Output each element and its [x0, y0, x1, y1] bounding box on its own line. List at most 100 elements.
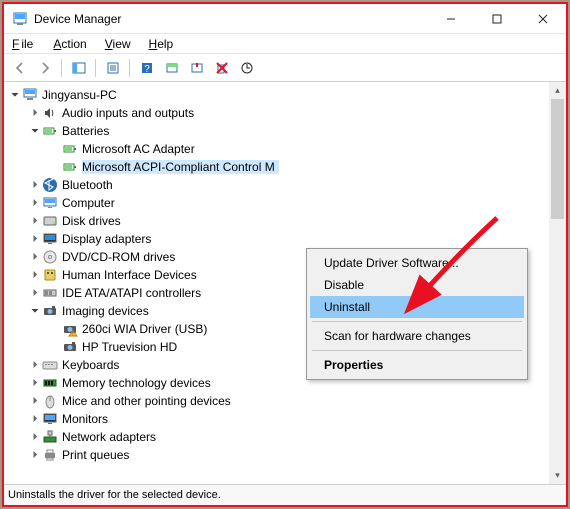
forward-button[interactable]: [33, 57, 56, 79]
expander-icon[interactable]: ⏵: [28, 180, 42, 191]
ide-icon: [42, 285, 58, 301]
properties-icon: [106, 61, 120, 75]
tree-leaf-microsoft-ac-adapter[interactable]: Microsoft AC Adapter: [4, 140, 549, 158]
scan-hardware-button[interactable]: [235, 57, 258, 79]
hid-icon: [42, 267, 58, 283]
tree-node-computer[interactable]: ⏵ Computer: [4, 194, 549, 212]
expander-icon[interactable]: ⏵: [28, 270, 42, 281]
minimize-button[interactable]: [428, 4, 474, 33]
expander-icon[interactable]: ⏵: [28, 414, 42, 425]
close-button[interactable]: [520, 4, 566, 33]
context-menu-uninstall[interactable]: Uninstall: [310, 296, 524, 318]
tree-item-label: Batteries: [62, 124, 109, 138]
tree-node-network-adapters[interactable]: ⏵ Network adapters: [4, 428, 549, 446]
expander-icon[interactable]: ⏵: [28, 198, 42, 209]
device-manager-window: Device Manager File Action View Help ?: [2, 2, 568, 507]
help-button[interactable]: ?: [135, 57, 158, 79]
expander-icon[interactable]: ⏵: [28, 216, 42, 227]
mouse-icon: [42, 393, 58, 409]
tree-root[interactable]: ⏷ Jingyansu-PC: [4, 86, 549, 104]
arrow-right-icon: [38, 61, 52, 75]
maximize-icon: [492, 14, 502, 24]
update-driver-button[interactable]: [160, 57, 183, 79]
tree-leaf-microsoft-acpi-compliant-control-m[interactable]: Microsoft ACPI-Compliant Control M: [4, 158, 549, 176]
properties-button[interactable]: [101, 57, 124, 79]
context-menu-properties[interactable]: Properties: [310, 354, 524, 376]
tree-item-label: Computer: [62, 196, 115, 210]
back-button[interactable]: [8, 57, 31, 79]
svg-text:?: ?: [144, 64, 150, 75]
expander-icon[interactable]: ⏷: [28, 306, 42, 317]
tree-node-disk-drives[interactable]: ⏵ Disk drives: [4, 212, 549, 230]
show-hide-tree-button[interactable]: [67, 57, 90, 79]
context-menu-disable[interactable]: Disable: [310, 274, 524, 296]
menu-file[interactable]: File: [10, 35, 37, 53]
speaker-icon: [42, 105, 58, 121]
context-menu-scan-for-hardware-changes[interactable]: Scan for hardware changes: [310, 325, 524, 347]
tree-item-label: 260ci WIA Driver (USB): [82, 322, 207, 336]
scroll-down-arrow[interactable]: ▾: [549, 467, 566, 484]
menu-view[interactable]: View: [103, 35, 133, 53]
uninstall-icon: [215, 61, 229, 75]
menu-action[interactable]: Action: [51, 35, 88, 53]
expander-icon[interactable]: ⏷: [8, 90, 22, 101]
tree-node-display-adapters[interactable]: ⏵Display adapters: [4, 230, 549, 248]
app-icon: [12, 11, 28, 27]
scroll-thumb[interactable]: [551, 99, 564, 219]
maximize-button[interactable]: [474, 4, 520, 33]
camera-icon: [42, 303, 58, 319]
expander-icon[interactable]: ⏷: [28, 126, 42, 137]
keyboard-icon: [42, 357, 58, 373]
help-icon: ?: [140, 61, 154, 75]
disable-button[interactable]: [185, 57, 208, 79]
tree-node-monitors[interactable]: ⏵ Monitors: [4, 410, 549, 428]
expander-icon[interactable]: ⏵: [28, 360, 42, 371]
tree-node-mice-and-other-pointing-devices[interactable]: ⏵ Mice and other pointing devices: [4, 392, 549, 410]
camera-warn-icon: !: [62, 321, 78, 337]
tree-node-batteries[interactable]: ⏷ Batteries: [4, 122, 549, 140]
toolbar-sep: [61, 59, 62, 77]
tree-item-label: Print queues: [62, 448, 129, 462]
expander-icon[interactable]: ⏵: [28, 234, 42, 245]
toolbar-sep: [129, 59, 130, 77]
vertical-scrollbar[interactable]: ▴ ▾: [549, 82, 566, 484]
toolbar: ?: [4, 54, 566, 82]
tree-item-label: Imaging devices: [62, 304, 149, 318]
expander-icon[interactable]: ⏵: [28, 396, 42, 407]
network-icon: [42, 429, 58, 445]
minimize-icon: [446, 14, 456, 24]
tree-node-audio-inputs-and-outputs[interactable]: ⏵ Audio inputs and outputs: [4, 104, 549, 122]
tree-item-label: Jingyansu-PC: [42, 88, 117, 102]
context-menu-separator: [312, 350, 522, 351]
expander-icon[interactable]: ⏵: [28, 378, 42, 389]
scroll-track[interactable]: [549, 99, 566, 467]
menu-help[interactable]: Help: [147, 35, 176, 53]
tree-item-label: Human Interface Devices: [62, 268, 197, 282]
camera-icon: [62, 339, 78, 355]
printer-icon: [42, 447, 58, 463]
window-title: Device Manager: [34, 12, 428, 26]
tree-item-label: DVD/CD-ROM drives: [62, 250, 175, 264]
expander-icon[interactable]: ⏵: [28, 450, 42, 461]
tree-item-label: Mice and other pointing devices: [62, 394, 231, 408]
context-menu-separator: [312, 321, 522, 322]
tree-node-bluetooth[interactable]: ⏵ Bluetooth: [4, 176, 549, 194]
battery-icon: [62, 159, 78, 175]
tree-item-label: Monitors: [62, 412, 108, 426]
scan-icon: [240, 61, 254, 75]
uninstall-button[interactable]: [210, 57, 233, 79]
status-bar: Uninstalls the driver for the selected d…: [4, 485, 566, 505]
tree-node-print-queues[interactable]: ⏵ Print queues: [4, 446, 549, 464]
expander-icon[interactable]: ⏵: [28, 252, 42, 263]
expander-icon[interactable]: ⏵: [28, 432, 42, 443]
tree-item-label: Disk drives: [62, 214, 121, 228]
context-menu-update-driver-software-[interactable]: Update Driver Software...: [310, 252, 524, 274]
tree-item-label: Audio inputs and outputs: [62, 106, 194, 120]
tree-item-label: Bluetooth: [62, 178, 113, 192]
tree-item-label: Network adapters: [62, 430, 156, 444]
expander-icon[interactable]: ⏵: [28, 108, 42, 119]
expander-icon[interactable]: ⏵: [28, 288, 42, 299]
monitor-icon: [42, 411, 58, 427]
arrow-left-icon: [13, 61, 27, 75]
scroll-up-arrow[interactable]: ▴: [549, 82, 566, 99]
